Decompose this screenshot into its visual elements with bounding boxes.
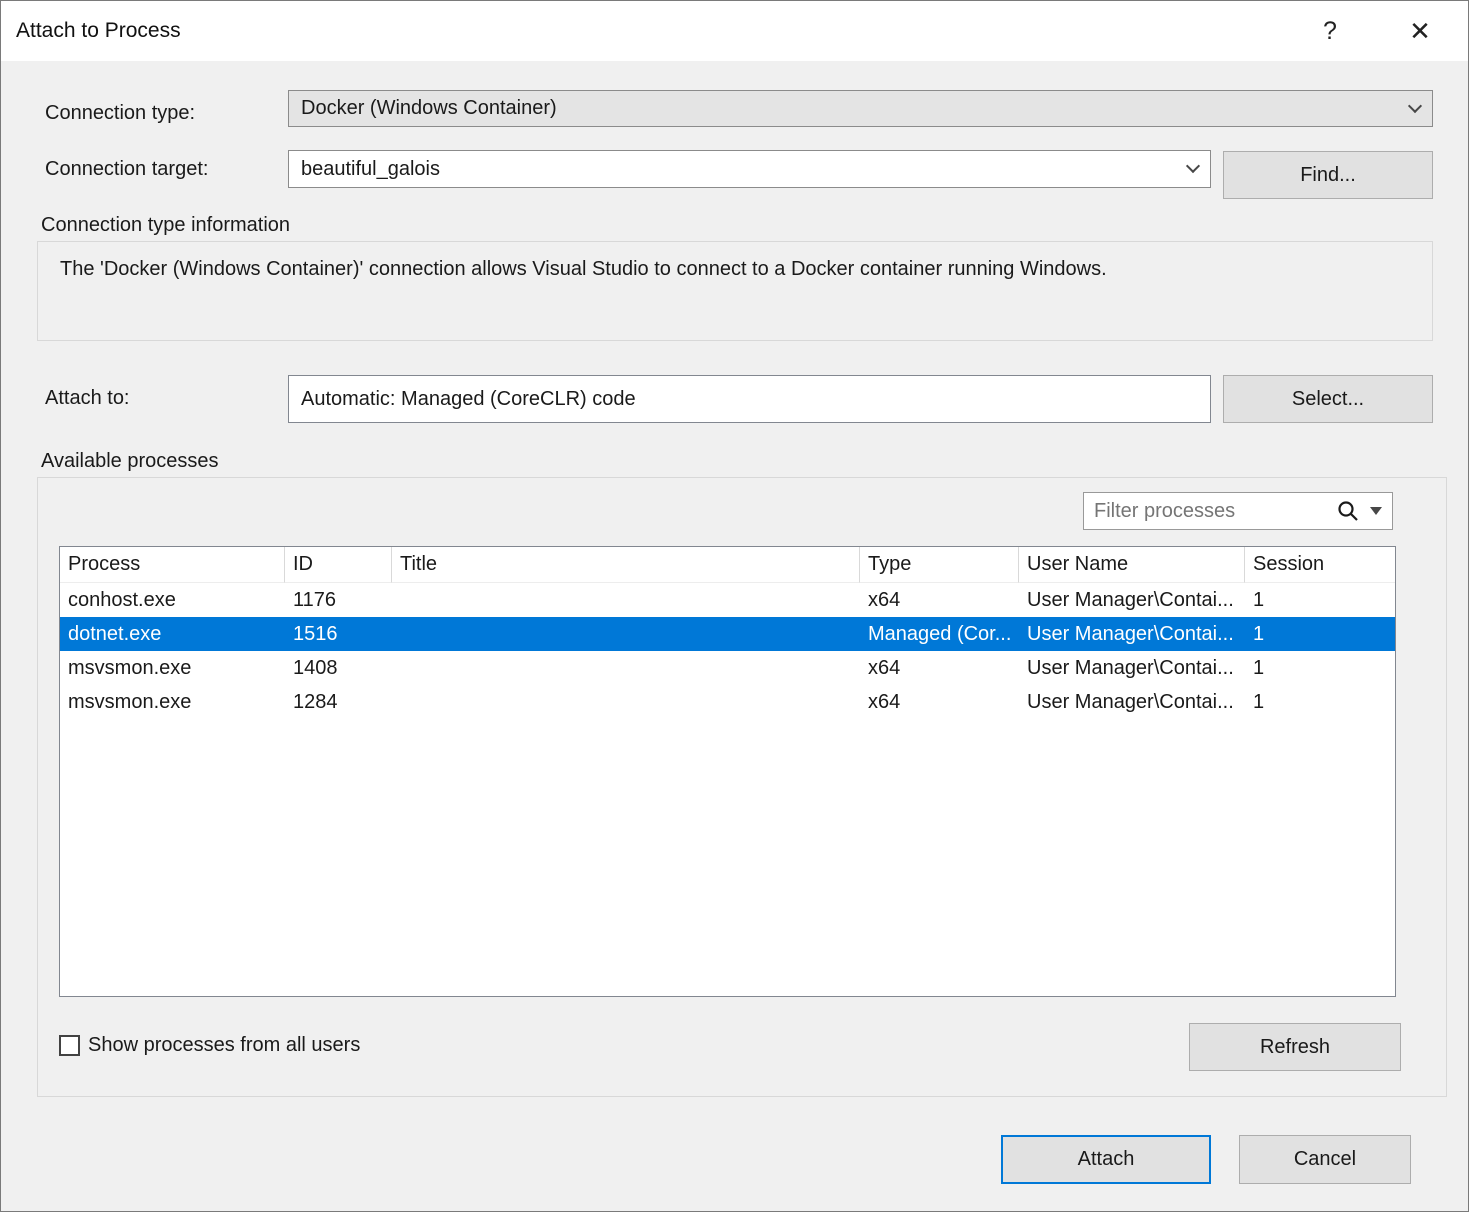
column-header-type[interactable]: Type — [860, 547, 1019, 583]
connection-info-label: Connection type information — [41, 214, 290, 237]
cell-session: 1 — [1245, 583, 1395, 617]
find-button[interactable]: Find... — [1223, 151, 1433, 199]
cell-username: User Manager\Contai... — [1019, 583, 1245, 617]
titlebar: Attach to Process ? ✕ — [1, 1, 1468, 61]
cell-process: dotnet.exe — [60, 617, 285, 651]
cell-username: User Manager\Contai... — [1019, 685, 1245, 719]
process-table-header: Process ID Title Type User Name Session — [60, 547, 1395, 583]
cell-type: x64 — [860, 583, 1019, 617]
table-row[interactable]: conhost.exe 1176 x64 User Manager\Contai… — [60, 583, 1395, 617]
connection-target-combobox[interactable]: beautiful_galois — [288, 150, 1211, 188]
column-header-session[interactable]: Session — [1245, 547, 1395, 583]
process-table: Process ID Title Type User Name Session … — [59, 546, 1396, 997]
chevron-down-icon — [1186, 159, 1200, 173]
help-icon: ? — [1323, 17, 1337, 46]
cell-process: msvsmon.exe — [60, 651, 285, 685]
attach-to-label: Attach to: — [45, 387, 130, 410]
cell-title — [392, 583, 860, 617]
cell-id: 1516 — [285, 617, 392, 651]
connection-target-label: Connection target: — [45, 158, 208, 181]
cell-title — [392, 685, 860, 719]
refresh-button[interactable]: Refresh — [1189, 1023, 1401, 1071]
select-button[interactable]: Select... — [1223, 375, 1433, 423]
close-button[interactable]: ✕ — [1398, 9, 1442, 53]
column-header-process[interactable]: Process — [60, 547, 285, 583]
cell-id: 1176 — [285, 583, 392, 617]
cell-process: conhost.exe — [60, 583, 285, 617]
search-icon[interactable] — [1336, 499, 1360, 523]
filter-dropdown-icon[interactable] — [1370, 507, 1382, 515]
available-processes-label: Available processes — [41, 450, 219, 473]
connection-target-value: beautiful_galois — [301, 158, 440, 181]
connection-type-value: Docker (Windows Container) — [301, 97, 557, 120]
cell-session: 1 — [1245, 651, 1395, 685]
attach-button[interactable]: Attach — [1001, 1135, 1211, 1184]
cell-title — [392, 651, 860, 685]
filter-processes-box — [1083, 492, 1393, 530]
table-row[interactable]: msvsmon.exe 1408 x64 User Manager\Contai… — [60, 651, 1395, 685]
connection-info-text: The 'Docker (Windows Container)' connect… — [38, 242, 1432, 297]
cancel-button[interactable]: Cancel — [1239, 1135, 1411, 1184]
cell-type: x64 — [860, 685, 1019, 719]
cell-session: 1 — [1245, 685, 1395, 719]
column-header-username[interactable]: User Name — [1019, 547, 1245, 583]
chevron-down-icon — [1408, 98, 1422, 112]
close-icon: ✕ — [1409, 16, 1431, 47]
filter-processes-input[interactable] — [1094, 500, 1326, 523]
connection-info-group: The 'Docker (Windows Container)' connect… — [37, 241, 1433, 341]
column-header-title[interactable]: Title — [392, 547, 860, 583]
cell-session: 1 — [1245, 617, 1395, 651]
cell-username: User Manager\Contai... — [1019, 617, 1245, 651]
cell-type: Managed (Cor... — [860, 617, 1019, 651]
attach-to-process-dialog: Attach to Process ? ✕ Connection type: D… — [0, 0, 1469, 1212]
show-all-users-checkbox[interactable] — [59, 1035, 80, 1056]
cell-type: x64 — [860, 651, 1019, 685]
help-button[interactable]: ? — [1308, 9, 1352, 53]
cell-id: 1284 — [285, 685, 392, 719]
attach-to-value: Automatic: Managed (CoreCLR) code — [301, 388, 636, 411]
show-all-users-label[interactable]: Show processes from all users — [88, 1034, 360, 1057]
attach-to-field[interactable]: Automatic: Managed (CoreCLR) code — [288, 375, 1211, 423]
connection-type-dropdown[interactable]: Docker (Windows Container) — [288, 90, 1433, 127]
window-title: Attach to Process — [16, 19, 181, 43]
connection-type-label: Connection type: — [45, 102, 195, 125]
cell-id: 1408 — [285, 651, 392, 685]
cell-username: User Manager\Contai... — [1019, 651, 1245, 685]
cell-title — [392, 617, 860, 651]
cell-process: msvsmon.exe — [60, 685, 285, 719]
available-processes-group: Process ID Title Type User Name Session … — [37, 477, 1447, 1097]
table-row[interactable]: msvsmon.exe 1284 x64 User Manager\Contai… — [60, 685, 1395, 719]
column-header-id[interactable]: ID — [285, 547, 392, 583]
table-row-selected[interactable]: dotnet.exe 1516 Managed (Cor... User Man… — [60, 617, 1395, 651]
